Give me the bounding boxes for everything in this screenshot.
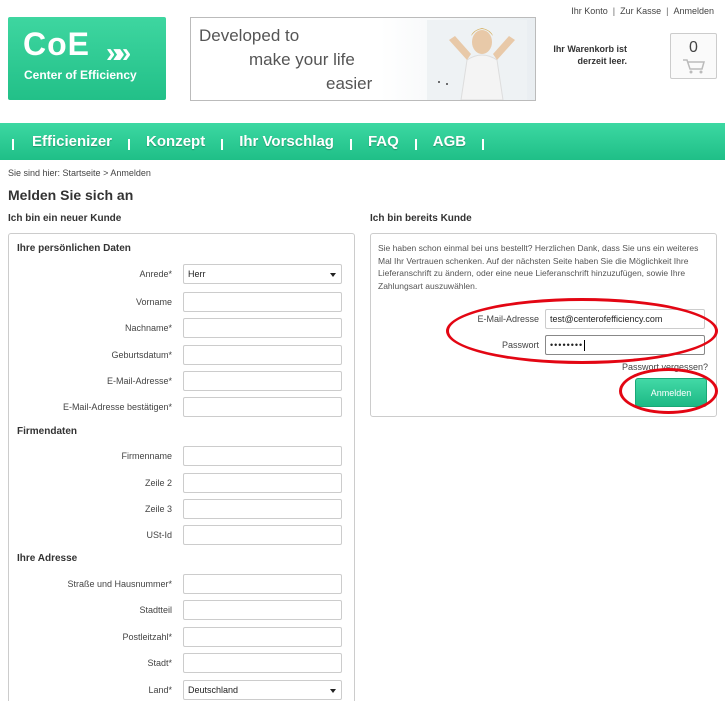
top-links: Ihr Konto | Zur Kasse | Anmelden [571,6,714,16]
checkout-link[interactable]: Zur Kasse [620,6,661,16]
nav-divider [414,139,417,150]
first-name-label: Vorname [135,297,172,307]
login-panel: Sie haben schon einmal bei uns bestellt?… [370,233,717,417]
email-label: E-Mail-Adresse* [106,376,172,386]
cart-count: 0 [689,39,698,56]
last-name-input[interactable] [183,318,342,338]
nav-faq[interactable]: FAQ [368,133,399,150]
salutation-label: Anrede* [139,269,172,279]
cart-button[interactable]: 0 [670,33,717,79]
company-line-2-input[interactable] [183,473,342,493]
logo-text: CoE [23,26,90,62]
login-password-value: •••••••• [550,340,584,350]
salutation-value: Herr [188,269,206,279]
street-input[interactable] [183,574,342,594]
country-select[interactable]: Deutschland [183,680,342,700]
forgot-password-link[interactable]: Passwort vergessen? [622,362,708,372]
email-input[interactable] [183,371,342,391]
last-name-label: Nachname* [124,323,172,333]
nav-efficienizer[interactable]: Efficienizer [32,133,112,150]
address-title: Ihre Adresse [17,553,78,564]
company-data-title: Firmendaten [17,426,78,437]
banner-person-image [427,20,527,100]
login-link[interactable]: Anmelden [673,6,714,16]
login-password-input[interactable]: •••••••• [545,335,705,355]
nav-divider [128,139,131,150]
country-value: Deutschland [188,685,239,695]
nav-konzept[interactable]: Konzept [146,133,205,150]
login-email-input[interactable]: test@centerofefficiency.com [545,309,705,329]
logo-tagline: Center of Efficiency [24,68,137,82]
cart-status: Ihr Warenkorb ist derzeit leer. [548,43,627,67]
email-confirm-input[interactable] [183,397,342,417]
vat-id-label: USt-Id [146,530,172,540]
first-name-input[interactable] [183,292,342,312]
banner-line-3: easier [326,74,373,93]
logo-chevrons-icon: »» [106,37,131,68]
zip-label: Postleitzahl* [122,632,172,642]
shopping-cart-icon [683,59,705,74]
company-line-3-label: Zeile 3 [144,504,172,514]
nav-agb[interactable]: AGB [433,133,466,150]
cart-status-line-1: Ihr Warenkorb ist [553,44,627,54]
company-line-3-input[interactable] [183,499,342,519]
zip-input[interactable] [183,627,342,647]
country-label: Land* [148,685,172,695]
login-password-label: Passwort [501,340,539,350]
email-confirm-label: E-Mail-Adresse bestätigen* [62,402,172,412]
company-name-label: Firmenname [121,451,172,461]
district-label: Stadtteil [139,605,172,615]
company-line-2-label: Zeile 2 [144,478,172,488]
city-label: Stadt* [147,658,172,668]
login-intro-text: Sie haben schon einmal bei uns bestellt?… [378,243,699,291]
registration-panel: Ihre persönlichen Daten Anrede* Herr Vor… [8,233,355,701]
existing-customer-heading: Ich bin bereits Kunde [370,213,472,224]
logo[interactable]: CoE »» Center of Efficiency [8,17,166,100]
banner-line-1: Developed to [199,26,300,45]
salutation-select[interactable]: Herr [183,264,342,284]
banner: Developed to make your life easier [190,17,536,101]
birthdate-label: Geburtsdatum* [111,350,172,360]
personal-data-title: Ihre persönlichen Daten [17,243,131,254]
banner-line-2: make your life [249,50,355,69]
nav-divider [482,139,485,150]
new-customer-heading: Ich bin ein neuer Kunde [8,213,122,224]
login-email-label: E-Mail-Adresse [477,314,539,324]
birthdate-input[interactable] [183,345,342,365]
login-button[interactable]: Anmelden [635,378,707,407]
account-link[interactable]: Ihr Konto [571,6,608,16]
breadcrumb-current: Anmelden [110,168,151,178]
cart-status-line-2: derzeit leer. [577,56,627,66]
city-input[interactable] [183,653,342,673]
breadcrumb-prefix: Sie sind hier: [8,168,61,178]
login-email-value: test@centerofefficiency.com [550,314,663,324]
street-label: Straße und Hausnummer* [67,579,172,589]
breadcrumb: Sie sind hier: Startseite > Anmelden [8,168,151,178]
district-input[interactable] [183,600,342,620]
company-name-input[interactable] [183,446,342,466]
page-title: Melden Sie sich an [8,187,134,203]
breadcrumb-home-link[interactable]: Startseite [63,168,101,178]
vat-id-input[interactable] [183,525,342,545]
main-navigation: Efficienizer Konzept Ihr Vorschlag FAQ A… [0,123,725,160]
nav-divider [349,139,352,150]
nav-divider [12,139,14,150]
breadcrumb-separator: > [103,168,109,178]
nav-divider [221,139,224,150]
nav-ihr-vorschlag[interactable]: Ihr Vorschlag [239,133,334,150]
